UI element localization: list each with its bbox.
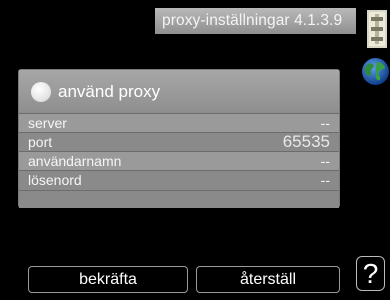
page-title: proxy-inställningar 4.1.3.9 [155, 8, 356, 34]
panel-footer [19, 190, 339, 208]
globe-icon[interactable] [361, 57, 390, 86]
username-value: -- [320, 153, 330, 169]
port-value: 65535 [282, 132, 330, 151]
password-label: lösenord [28, 172, 82, 188]
server-row[interactable]: server -- [19, 113, 339, 133]
settings-icon[interactable] [367, 10, 387, 48]
username-row[interactable]: användarnamn -- [19, 151, 339, 171]
server-label: server [28, 115, 67, 131]
confirm-button[interactable]: bekräfta [28, 266, 188, 293]
port-label: port [28, 134, 53, 150]
proxy-settings-panel: använd proxy server -- port 65535 använd… [18, 69, 340, 208]
password-row[interactable]: lösenord -- [19, 170, 339, 190]
use-proxy-radio[interactable] [31, 82, 51, 102]
use-proxy-row[interactable]: använd proxy [19, 70, 339, 112]
reset-button[interactable]: återställ [196, 266, 340, 293]
server-value: -- [320, 115, 330, 131]
port-row[interactable]: port 65535 [19, 132, 339, 152]
username-label: användarnamn [28, 153, 122, 169]
password-value: -- [320, 172, 330, 188]
use-proxy-label: använd proxy [58, 82, 161, 101]
help-button[interactable]: ? [356, 256, 385, 291]
